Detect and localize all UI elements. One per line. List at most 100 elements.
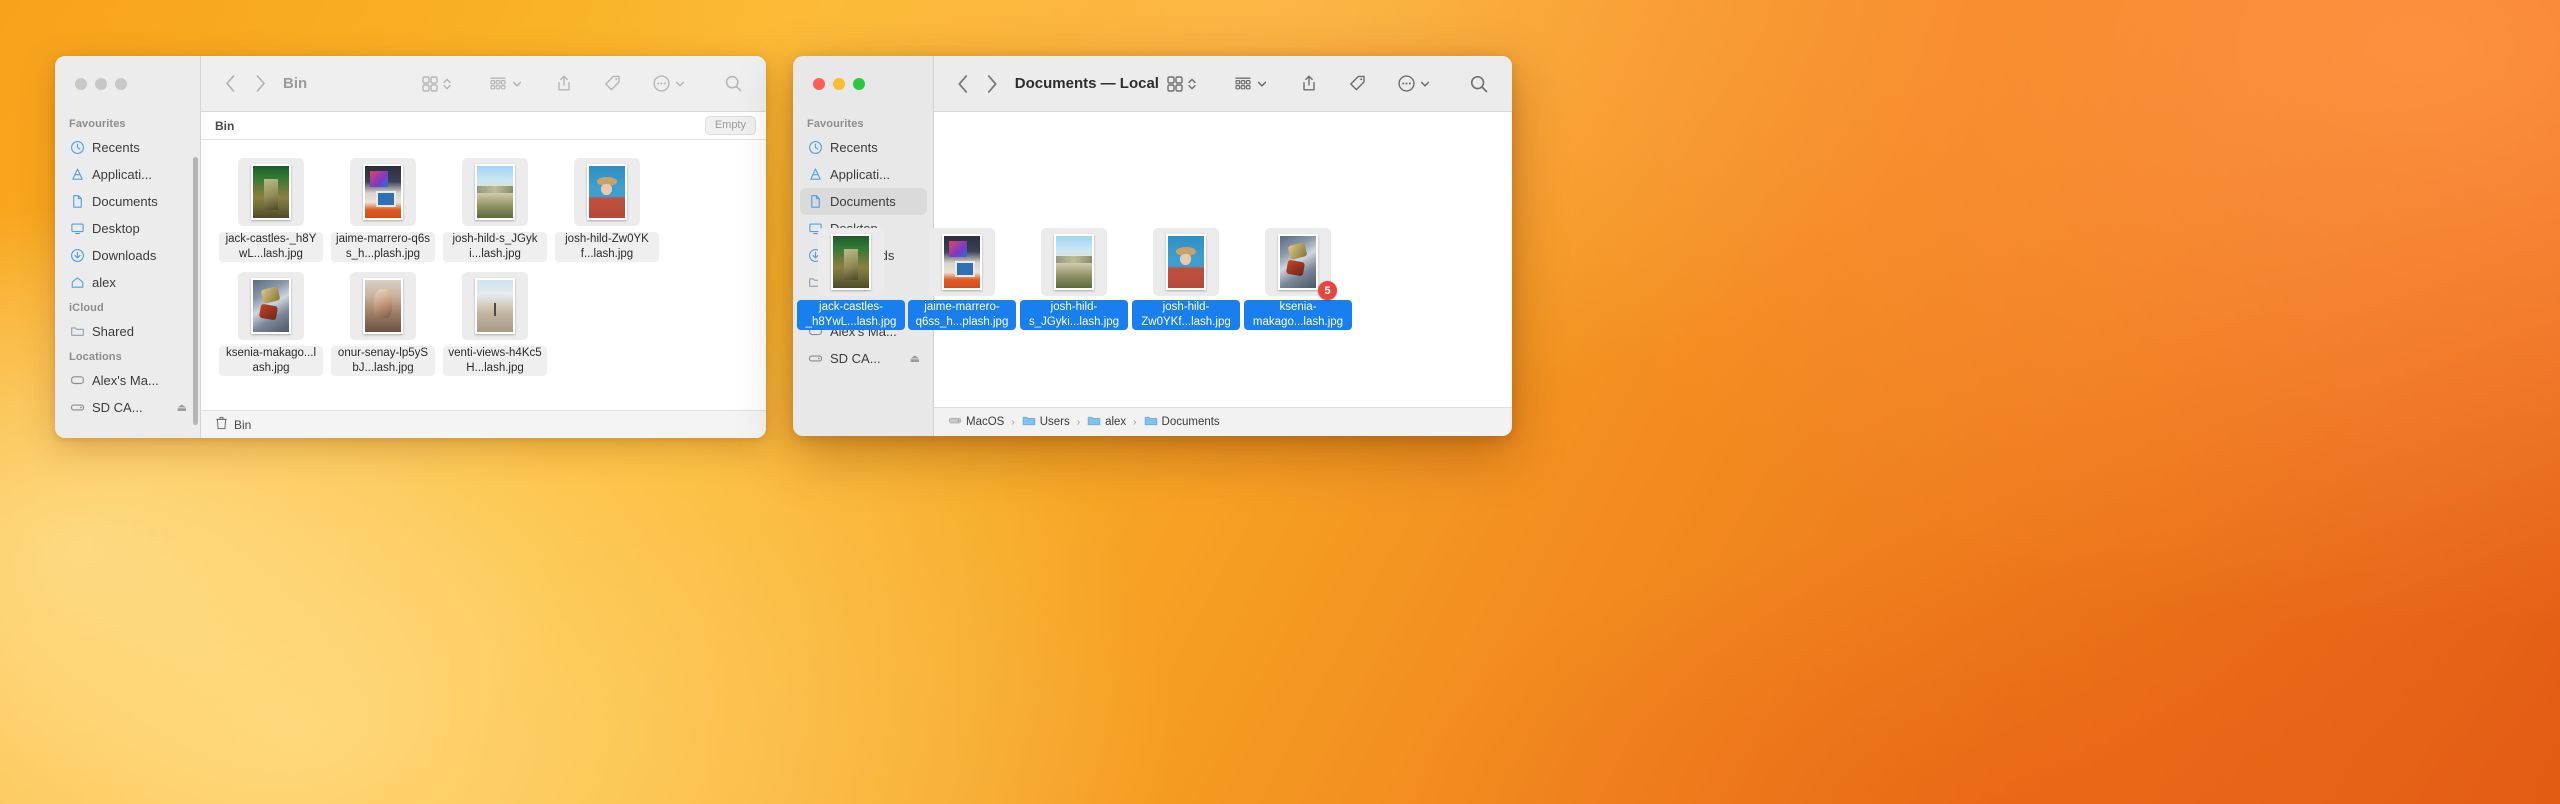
breadcrumb-users[interactable]: Users bbox=[1022, 414, 1070, 430]
sidebar-item-documents[interactable]: Documents bbox=[62, 188, 194, 215]
share-button[interactable] bbox=[1293, 70, 1325, 98]
file-item[interactable]: jack-castles-_h8YwL...lash.jpg bbox=[215, 158, 327, 262]
zoom-button[interactable] bbox=[853, 78, 865, 90]
close-button[interactable] bbox=[75, 78, 87, 90]
applications-icon bbox=[69, 167, 85, 183]
sidebar-item-label: Alex's Ma... bbox=[92, 373, 159, 388]
breadcrumb-label: Users bbox=[1039, 416, 1070, 428]
eject-icon[interactable]: ⏏ bbox=[177, 401, 187, 414]
sidebar-item-downloads[interactable]: Downloads bbox=[62, 242, 194, 269]
group-button[interactable] bbox=[1226, 70, 1275, 98]
breadcrumb-label: alex bbox=[1105, 416, 1127, 428]
file-name: josh-hild-s_JGyki...lash.jpg bbox=[443, 232, 547, 262]
sidebar-item-desktop[interactable]: Desktop bbox=[800, 215, 927, 242]
photo-frame bbox=[251, 278, 291, 334]
traffic-lights-bin[interactable] bbox=[55, 56, 201, 112]
share-button[interactable] bbox=[548, 70, 580, 98]
minimise-button[interactable] bbox=[833, 78, 845, 90]
clock-icon bbox=[807, 140, 823, 156]
sidebar-item-label: Applicati... bbox=[830, 167, 890, 182]
sidebar-item-alex[interactable]: alex bbox=[62, 269, 194, 296]
sidebar-item-alexs-mac[interactable]: Alex's Ma... bbox=[800, 318, 927, 345]
photo-frame bbox=[363, 278, 403, 334]
bin-header-bar: Bin Empty bbox=[201, 112, 766, 140]
path-bar-documents[interactable]: MacOS › Users › alex › Documents bbox=[934, 407, 1512, 436]
window-title: Documents — Local bbox=[1014, 75, 1159, 92]
view-icon-button[interactable] bbox=[1159, 70, 1204, 98]
sidebar-item-recents[interactable]: Recents bbox=[62, 134, 194, 161]
traffic-lights-documents[interactable] bbox=[793, 56, 934, 112]
back-button[interactable] bbox=[215, 70, 245, 98]
file-name-text: jaime-marrero-q6ss_h...plash.jpg bbox=[331, 232, 435, 262]
file-name-text: jack-castles-_h8YwL...lash.jpg bbox=[219, 232, 323, 262]
breadcrumb-documents[interactable]: Documents bbox=[1144, 414, 1220, 430]
empty-bin-button[interactable]: Empty bbox=[704, 116, 756, 135]
folder-icon bbox=[1087, 414, 1101, 430]
view-icon-button[interactable] bbox=[414, 70, 459, 98]
file-thumbnail bbox=[462, 272, 528, 340]
sidebar-item-label: alex bbox=[92, 275, 116, 290]
file-item[interactable]: josh-hild-s_JGyki...lash.jpg bbox=[439, 158, 551, 262]
file-item[interactable]: jaime-marrero-q6ss_h...plash.jpg bbox=[327, 158, 439, 262]
forward-button[interactable] bbox=[245, 70, 275, 98]
tag-button[interactable] bbox=[1341, 70, 1374, 98]
breadcrumb-separator: › bbox=[1133, 416, 1137, 428]
sidebar-scrollbar[interactable] bbox=[193, 157, 198, 425]
zoom-button[interactable] bbox=[115, 78, 127, 90]
sidebar-item-sd-card[interactable]: SD CA... ⏏ bbox=[62, 394, 194, 421]
sidebar-item-applications[interactable]: Applicati... bbox=[800, 161, 927, 188]
sidebar-item-documents[interactable]: Documents bbox=[800, 188, 927, 215]
close-button[interactable] bbox=[813, 78, 825, 90]
minimise-button[interactable] bbox=[95, 78, 107, 90]
file-grid-bin[interactable]: jack-castles-_h8YwL...lash.jpg jaime-marr… bbox=[201, 140, 766, 410]
more-button[interactable] bbox=[1390, 70, 1438, 98]
photo-frame bbox=[363, 164, 403, 220]
document-icon bbox=[807, 194, 823, 210]
forward-button[interactable] bbox=[977, 70, 1006, 98]
finder-window-documents[interactable]: Favourites Recents Applicati... Document… bbox=[793, 56, 1512, 436]
sidebar-item-label: Shared bbox=[830, 275, 872, 290]
group-button[interactable] bbox=[481, 70, 530, 98]
folder-icon bbox=[1022, 414, 1036, 430]
toolbar-bin[interactable]: Bin bbox=[201, 56, 766, 112]
sidebar-documents[interactable]: Favourites Recents Applicati... Document… bbox=[793, 56, 934, 436]
breadcrumb-alex[interactable]: alex bbox=[1087, 414, 1126, 430]
sidebar-item-downloads[interactable]: Downloads bbox=[800, 242, 927, 269]
search-button[interactable] bbox=[1462, 70, 1496, 98]
file-item[interactable]: venti-views-h4Kc5H...lash.jpg bbox=[439, 272, 551, 376]
sidebar-item-desktop[interactable]: Desktop bbox=[62, 215, 194, 242]
sidebar-item-label: SD CA... bbox=[92, 400, 143, 415]
toolbar-documents[interactable]: Documents — Local bbox=[934, 56, 1512, 112]
more-button[interactable] bbox=[645, 70, 693, 98]
back-button[interactable] bbox=[948, 70, 977, 98]
sidebar-bin[interactable]: Favourites Recents Applicati... Document… bbox=[55, 56, 201, 438]
chevron-down-icon bbox=[1257, 81, 1267, 87]
sidebar-item-sd-card[interactable]: SD CA... ⏏ bbox=[800, 345, 927, 372]
tag-button[interactable] bbox=[596, 70, 629, 98]
file-name-text: josh-hild-s_JGyki...lash.jpg bbox=[443, 232, 547, 262]
photo-image bbox=[477, 166, 513, 218]
sidebar-item-label: Alex's Ma... bbox=[830, 324, 897, 339]
file-grid-documents[interactable] bbox=[934, 112, 1512, 407]
bin-header-title: Bin bbox=[215, 118, 235, 133]
desktop-icon bbox=[69, 221, 85, 237]
sidebar-item-label: Applicati... bbox=[92, 167, 152, 182]
main-area-documents: Documents — Local MacOS › Users › alex ›… bbox=[934, 56, 1512, 436]
file-item[interactable]: ksenia-makago...lash.jpg bbox=[215, 272, 327, 376]
sidebar-item-label: Documents bbox=[92, 194, 158, 209]
photo-image bbox=[365, 166, 401, 218]
sidebar-item-recents[interactable]: Recents bbox=[800, 134, 927, 161]
photo-image bbox=[477, 280, 513, 332]
search-button[interactable] bbox=[717, 70, 750, 98]
sidebar-item-alexs-mac[interactable]: Alex's Ma... bbox=[62, 367, 194, 394]
sidebar-item-shared[interactable]: Shared bbox=[62, 318, 194, 345]
sidebar-group-locations: Locations bbox=[807, 302, 860, 314]
finder-window-bin[interactable]: Favourites Recents Applicati... Document… bbox=[55, 56, 766, 438]
file-item[interactable]: josh-hild-Zw0YKf...lash.jpg bbox=[551, 158, 663, 262]
photo-image bbox=[589, 166, 625, 218]
eject-icon[interactable]: ⏏ bbox=[910, 352, 920, 365]
sidebar-item-applications[interactable]: Applicati... bbox=[62, 161, 194, 188]
file-item[interactable]: onur-senay-lp5ySbJ...lash.jpg bbox=[327, 272, 439, 376]
breadcrumb-macos[interactable]: MacOS bbox=[948, 414, 1004, 430]
sidebar-item-shared[interactable]: Shared bbox=[800, 269, 927, 296]
